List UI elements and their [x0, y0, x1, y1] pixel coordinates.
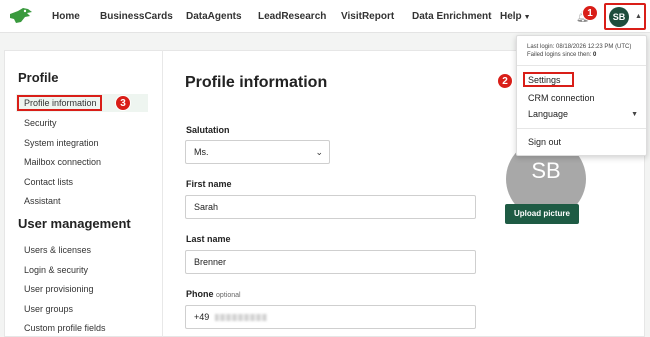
sidebar-item-assistant[interactable]: Assistant [24, 196, 61, 206]
nav-visitreport[interactable]: VisitReport [341, 11, 394, 22]
last-login-text: Last login: 08/18/2026 12:23 PM (UTC) [527, 44, 632, 50]
phone-label: Phone optional [186, 289, 241, 299]
sidebar-item-system-integration[interactable]: System integration [24, 138, 99, 148]
nav-leadresearch[interactable]: LeadResearch [258, 11, 326, 22]
sidebar-item-user-provisioning[interactable]: User provisioning [24, 284, 94, 294]
sidebar-user-management-title: User management [18, 216, 131, 231]
failed-logins-label: Failed logins since then: [527, 52, 592, 58]
step-badge-2: 2 [497, 73, 513, 89]
nav-businesscards[interactable]: BusinessCards [100, 11, 173, 22]
step-badge-3: 3 [115, 95, 131, 111]
nav-home[interactable]: Home [52, 11, 80, 22]
salutation-label: Salutation [186, 125, 230, 135]
page-title: Profile information [185, 74, 328, 91]
sidebar-item-user-groups[interactable]: User groups [24, 304, 73, 314]
sidebar-item-login-security[interactable]: Login & security [24, 265, 88, 275]
sidebar-item-mailbox-connection[interactable]: Mailbox connection [24, 157, 101, 167]
menu-divider [517, 128, 646, 129]
sidebar-item-contact-lists[interactable]: Contact lists [24, 177, 73, 187]
phone-label-text: Phone [186, 289, 214, 299]
last-name-label: Last name [186, 234, 231, 244]
salutation-select[interactable]: Ms. ⌄ [185, 140, 330, 164]
last-name-field[interactable]: Brenner [185, 250, 476, 274]
sidebar-profile-title: Profile [18, 70, 59, 85]
menu-item-settings[interactable]: Settings [528, 75, 561, 85]
upload-picture-button[interactable]: Upload picture [505, 204, 579, 224]
nav-help[interactable]: Help ▼ [500, 11, 531, 22]
chevron-down-icon: ▼ [523, 14, 531, 21]
user-dropdown-menu: Last login: 08/18/2026 12:23 PM (UTC) Fa… [516, 35, 647, 156]
nav-help-label: Help [500, 11, 522, 22]
profile-picture-initials: SB [531, 158, 561, 183]
sidebar-item-custom-profile-fields[interactable]: Custom profile fields [24, 323, 106, 333]
menu-divider [517, 65, 646, 66]
step-badge-1: 1 [582, 5, 598, 21]
menu-item-language[interactable]: Language [528, 109, 568, 119]
menu-item-crm-connection[interactable]: CRM connection [528, 93, 595, 103]
chevron-down-icon: ⌄ [315, 147, 323, 157]
phone-field[interactable]: +49 [185, 305, 476, 329]
login-info: Last login: 08/18/2026 12:23 PM (UTC) Fa… [527, 43, 631, 59]
salutation-value: Ms. [194, 147, 209, 157]
nav-data-enrichment[interactable]: Data Enrichment [412, 11, 491, 22]
first-name-field[interactable]: Sarah [185, 195, 476, 219]
phone-optional-hint: optional [216, 292, 241, 299]
failed-logins-text: Failed logins since then: 0 [527, 51, 631, 59]
sidebar-item-users-licenses[interactable]: Users & licenses [24, 245, 91, 255]
avatar: SB [609, 7, 629, 27]
chevron-down-icon: ▼ [631, 111, 638, 118]
first-name-label: First name [186, 179, 232, 189]
failed-logins-count: 0 [593, 52, 597, 58]
user-menu-button[interactable]: SB ▲ [604, 3, 646, 30]
sidebar-item-profile-information[interactable]: Profile information [24, 98, 97, 108]
menu-item-sign-out[interactable]: Sign out [528, 137, 561, 147]
chevron-up-icon: ▲ [635, 13, 642, 20]
crocodile-logo-icon[interactable] [8, 6, 34, 26]
top-navigation-bar: Home BusinessCards DataAgents LeadResear… [0, 0, 650, 33]
sidebar-item-security[interactable]: Security [24, 118, 57, 128]
phone-prefix: +49 [194, 312, 210, 322]
nav-dataagents[interactable]: DataAgents [186, 11, 242, 22]
sidebar-divider [162, 50, 163, 337]
redacted-phone-number [215, 314, 268, 322]
